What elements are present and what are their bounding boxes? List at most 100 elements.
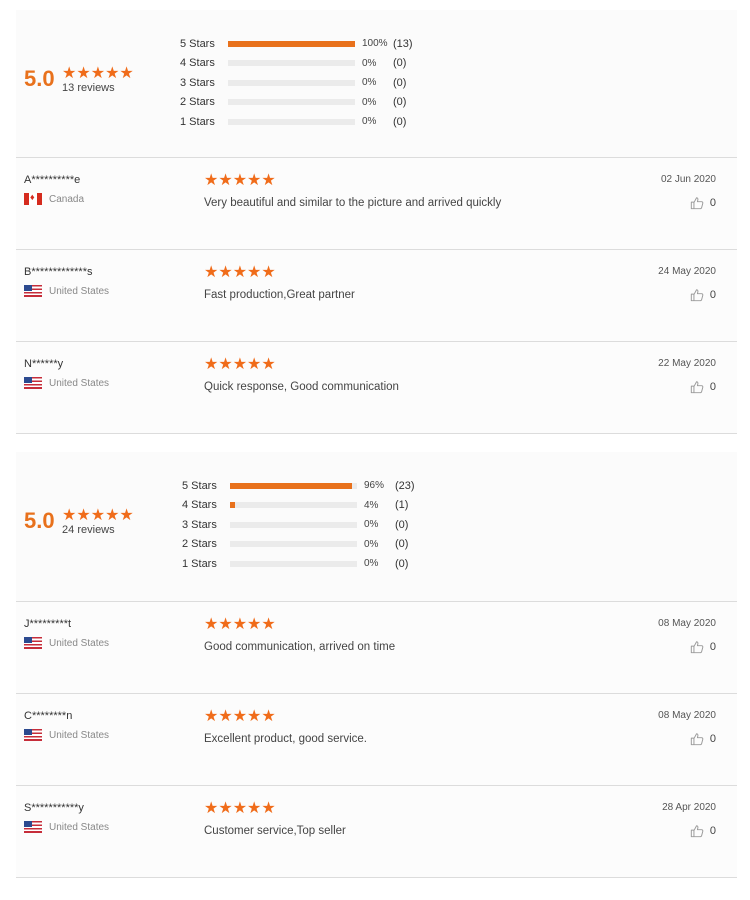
- reviewer-name: B*************s: [24, 266, 93, 278]
- distribution-count: (0): [393, 57, 407, 70]
- distribution-percent: 0%: [364, 519, 379, 531]
- review-text: Quick response, Good communication: [204, 381, 399, 393]
- like-count: 0: [709, 825, 716, 837]
- rating-summary: 5.0 ★★★★★ 24 reviews 5 Stars 96% (23) 4 …: [16, 452, 737, 602]
- country-name: United States: [49, 377, 110, 389]
- review-stars-icon: ★★★★★: [204, 616, 276, 633]
- review-text: Very beautiful and similar to the pictur…: [204, 197, 502, 209]
- country-name: United States: [49, 821, 110, 833]
- distribution-percent: 0%: [362, 77, 377, 89]
- country-name: United States: [49, 285, 110, 297]
- distribution-percent: 0%: [362, 96, 377, 108]
- reviewer-name: J*********t: [24, 618, 72, 630]
- distribution-row[interactable]: 4 Stars 0% (0): [180, 54, 423, 74]
- average-rating-block: 5.0 ★★★★★ 24 reviews: [24, 507, 134, 537]
- thumbs-up-icon[interactable]: [690, 380, 704, 394]
- distribution-row[interactable]: 2 Stars 0% (0): [182, 535, 425, 555]
- distribution-label: 1 Stars: [180, 115, 215, 128]
- review-date: 08 May 2020: [658, 618, 716, 629]
- distribution-percent: 0%: [364, 558, 379, 570]
- distribution-row[interactable]: 3 Stars 0% (0): [182, 515, 425, 535]
- distribution-row[interactable]: 1 Stars 0% (0): [182, 554, 425, 574]
- reviewer-country: United States: [24, 377, 109, 389]
- average-stars-icon: ★★★★★: [62, 65, 134, 82]
- distribution-label: 4 Stars: [180, 57, 215, 70]
- thumbs-up-icon[interactable]: [690, 824, 704, 838]
- distribution-bar: [228, 60, 355, 67]
- distribution-row[interactable]: 4 Stars 4% (1): [182, 496, 425, 516]
- distribution-count: (0): [393, 96, 407, 109]
- review-count: 13 reviews: [62, 82, 115, 94]
- distribution-percent: 0%: [362, 116, 377, 128]
- review-stars-icon: ★★★★★: [204, 356, 276, 373]
- thumbs-up-icon[interactable]: [690, 288, 704, 302]
- rating-section: 5.0 ★★★★★ 24 reviews 5 Stars 96% (23) 4 …: [16, 452, 737, 878]
- us-flag-icon: [24, 729, 42, 741]
- country-name: United States: [49, 637, 110, 649]
- distribution-count: (0): [393, 76, 407, 89]
- like-button[interactable]: 0: [690, 196, 716, 210]
- like-button[interactable]: 0: [690, 732, 716, 746]
- reviewer-country: United States: [24, 821, 109, 833]
- distribution-row[interactable]: 5 Stars 100% (13): [180, 34, 423, 54]
- thumbs-up-icon[interactable]: [690, 732, 704, 746]
- us-flag-icon: [24, 377, 42, 389]
- average-stars-icon: ★★★★★: [62, 507, 134, 524]
- like-button[interactable]: 0: [690, 640, 716, 654]
- like-button[interactable]: 0: [690, 824, 716, 838]
- distribution-count: (0): [395, 518, 409, 531]
- distribution-count: (23): [395, 479, 415, 492]
- reviewer-name: A**********e: [24, 174, 81, 186]
- rating-summary: 5.0 ★★★★★ 13 reviews 5 Stars 100% (13) 4…: [16, 10, 737, 158]
- reviewer-country: United States: [24, 285, 109, 297]
- distribution-count: (0): [395, 538, 409, 551]
- country-name: United States: [49, 729, 110, 741]
- review-count: 24 reviews: [62, 524, 115, 536]
- reviewer-name: S***********y: [24, 802, 84, 814]
- distribution-bar: [228, 118, 355, 125]
- distribution-count: (1): [395, 499, 409, 512]
- like-button[interactable]: 0: [690, 288, 716, 302]
- rating-distribution: 5 Stars 96% (23) 4 Stars 4% (1) 3 Stars …: [182, 476, 425, 574]
- distribution-percent: 4%: [364, 499, 379, 511]
- distribution-bar: [230, 541, 357, 548]
- distribution-bar: [228, 40, 355, 47]
- distribution-bar: [230, 521, 357, 528]
- distribution-count: (0): [395, 557, 409, 570]
- review-item: B*************s United States ★★★★★ Fast…: [16, 250, 737, 342]
- distribution-row[interactable]: 2 Stars 0% (0): [180, 93, 423, 113]
- review-date: 24 May 2020: [658, 266, 716, 277]
- country-name: Canada: [49, 193, 85, 205]
- rating-distribution: 5 Stars 100% (13) 4 Stars 0% (0) 3 Stars…: [180, 34, 423, 132]
- review-date: 02 Jun 2020: [660, 174, 716, 185]
- us-flag-icon: [24, 637, 42, 649]
- like-count: 0: [709, 381, 716, 393]
- thumbs-up-icon[interactable]: [690, 640, 704, 654]
- like-button[interactable]: 0: [690, 380, 716, 394]
- distribution-bar: [230, 560, 357, 567]
- distribution-percent: 0%: [364, 538, 379, 550]
- distribution-bar: [230, 482, 357, 489]
- distribution-label: 5 Stars: [182, 479, 217, 492]
- distribution-row[interactable]: 3 Stars 0% (0): [180, 73, 423, 93]
- review-text: Good communication, arrived on time: [204, 641, 396, 653]
- review-text: Fast production,Great partner: [204, 289, 355, 301]
- reviewer-country: United States: [24, 637, 109, 649]
- distribution-row[interactable]: 5 Stars 96% (23): [182, 476, 425, 496]
- review-text: Customer service,Top seller: [204, 825, 346, 837]
- like-count: 0: [709, 733, 716, 745]
- reviewer-name: N******y: [24, 358, 64, 370]
- distribution-bar: [230, 502, 357, 509]
- distribution-percent: 96%: [364, 480, 385, 492]
- distribution-percent: 100%: [362, 38, 388, 50]
- review-date: 28 Apr 2020: [662, 802, 716, 813]
- review-stars-icon: ★★★★★: [204, 264, 276, 281]
- distribution-count: (13): [393, 37, 413, 50]
- distribution-bar: [228, 79, 355, 86]
- review-text: Excellent product, good service.: [204, 733, 368, 745]
- distribution-bar-fill: [228, 40, 355, 47]
- review-stars-icon: ★★★★★: [204, 800, 276, 817]
- us-flag-icon: [24, 285, 42, 297]
- distribution-row[interactable]: 1 Stars 0% (0): [180, 112, 423, 132]
- thumbs-up-icon[interactable]: [690, 196, 704, 210]
